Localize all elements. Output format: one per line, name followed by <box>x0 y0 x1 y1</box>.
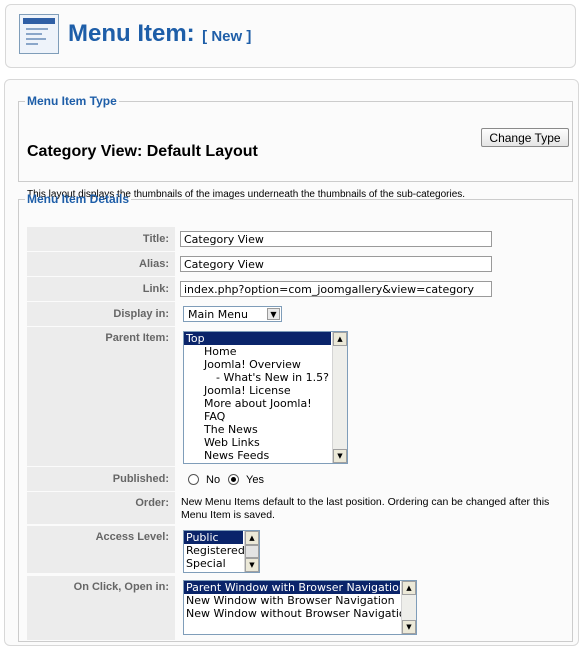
on-click-option[interactable]: Parent Window with Browser Navigation <box>184 581 406 594</box>
on-click-list[interactable]: Parent Window with Browser Navigation Ne… <box>183 580 417 635</box>
access-list-scrollbar[interactable]: ▲ ▼ <box>244 531 259 572</box>
parent-option[interactable]: Joomla! License <box>184 384 347 397</box>
parent-item-label: Parent Item: <box>27 327 175 466</box>
chevron-down-icon[interactable]: ▼ <box>267 308 280 320</box>
access-level-list[interactable]: Public Registered Special ▲ ▼ <box>183 530 260 573</box>
display-in-label: Display in: <box>27 302 175 326</box>
title-input[interactable]: Category View <box>180 231 492 247</box>
order-info: New Menu Items default to the last posit… <box>181 496 549 522</box>
on-click-label: On Click, Open in: <box>27 576 175 640</box>
menu-item-details-section: Menu Item Details Title: Category View A… <box>18 192 573 642</box>
parent-option[interactable]: FAQ <box>184 410 347 423</box>
scroll-down-icon[interactable]: ▼ <box>333 449 347 463</box>
display-in-select[interactable]: Main Menu ▼ <box>183 306 282 322</box>
title-label: Title: <box>27 227 175 251</box>
parent-option[interactable]: - What's New in 1.5? <box>184 371 347 384</box>
order-info-line: New Menu Items default to the last posit… <box>181 496 550 508</box>
on-click-list-scrollbar[interactable]: ▲ ▼ <box>401 581 416 634</box>
parent-option[interactable]: News Feeds <box>184 449 347 462</box>
parent-option[interactable]: More about Joomla! <box>184 397 347 410</box>
published-no-label: No <box>206 474 221 486</box>
parent-option[interactable]: Home <box>184 345 347 358</box>
on-click-option[interactable]: New Window with Browser Navigation <box>184 594 416 607</box>
parent-option[interactable]: Web Links <box>184 436 347 449</box>
scroll-up-icon[interactable]: ▲ <box>245 531 259 545</box>
scroll-up-icon[interactable]: ▲ <box>333 332 347 346</box>
alias-label: Alias: <box>27 252 175 276</box>
published-no-radio[interactable] <box>188 474 199 485</box>
order-label: Order: <box>27 492 175 524</box>
alias-input[interactable]: Category View <box>180 256 492 272</box>
parent-item-list[interactable]: Top Home Joomla! Overview - What's New i… <box>183 331 348 464</box>
scroll-thumb[interactable] <box>245 545 259 558</box>
menu-item-icon <box>19 14 59 54</box>
parent-list-scrollbar[interactable]: ▲ ▼ <box>332 332 347 463</box>
published-label: Published: <box>27 467 175 491</box>
layout-heading: Category View: Default Layout <box>27 143 258 160</box>
published-yes-radio[interactable] <box>228 474 239 485</box>
change-type-button[interactable]: Change Type <box>481 128 569 147</box>
page-title: Menu Item: <box>68 20 195 47</box>
on-click-option[interactable]: New Window without Browser Navigation <box>184 607 416 620</box>
scroll-down-icon[interactable]: ▼ <box>245 558 259 572</box>
scroll-up-icon[interactable]: ▲ <box>402 581 416 595</box>
page-header: Menu Item: [ New ] <box>5 4 576 68</box>
link-label: Link: <box>27 277 175 301</box>
menu-item-details-legend: Menu Item Details <box>27 192 130 206</box>
link-input[interactable]: index.php?option=com_joomgallery&view=ca… <box>180 281 492 297</box>
parent-option[interactable]: The News <box>184 423 347 436</box>
scroll-down-icon[interactable]: ▼ <box>402 620 416 634</box>
published-yes-label: Yes <box>246 474 264 486</box>
menu-item-type-section: Menu Item Type Category View: Default La… <box>18 94 573 200</box>
main-panel: Menu Item Type Category View: Default La… <box>4 79 579 646</box>
display-in-value: Main Menu <box>188 308 248 321</box>
menu-item-type-legend: Menu Item Type <box>27 94 117 108</box>
access-option[interactable]: Public <box>184 531 243 544</box>
access-level-label: Access Level: <box>27 526 175 573</box>
order-info-line: Menu Item is saved. <box>181 509 275 521</box>
parent-option[interactable]: Top <box>184 332 331 345</box>
parent-option[interactable]: Joomla! Overview <box>184 358 347 371</box>
page-subtitle: [ New ] <box>202 28 252 45</box>
